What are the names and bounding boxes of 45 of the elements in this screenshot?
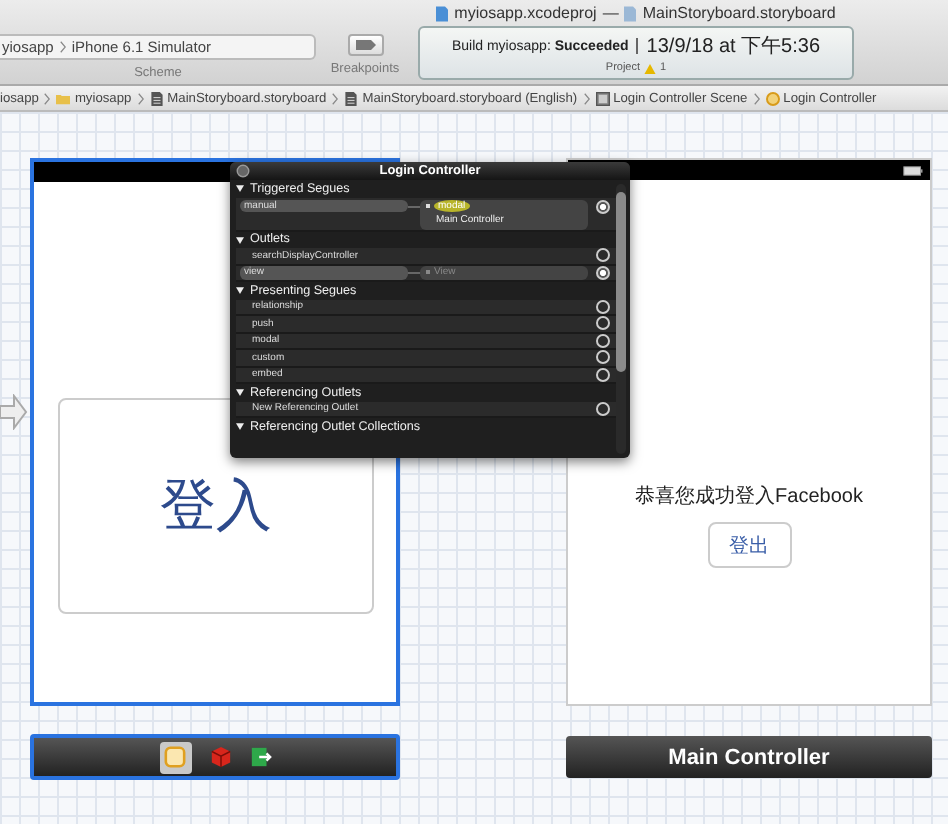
breakpoints-button[interactable] (347, 34, 383, 56)
title-separator: — (602, 4, 619, 22)
success-message: 恭喜您成功登入Facebook (635, 483, 863, 510)
document-icon (624, 5, 637, 21)
logout-button[interactable]: 登出 (707, 522, 791, 568)
build-time: 13/9/18 at 下午5:36 (646, 34, 821, 60)
connection-circle[interactable] (596, 199, 610, 213)
scene-icon (595, 91, 610, 105)
chevron-icon (59, 40, 66, 54)
project-file-icon (436, 5, 449, 21)
chevron-icon (332, 91, 339, 105)
first-responder-tile[interactable] (159, 741, 191, 773)
chevron-icon (44, 91, 51, 105)
connection-circle[interactable] (596, 401, 610, 416)
main-scene[interactable]: 恭喜您成功登入Facebook 登出 (566, 158, 932, 706)
disclosure-triangle-icon[interactable] (236, 235, 244, 244)
project-title: myiosapp.xcodeproj (454, 4, 597, 22)
exit-icon[interactable] (249, 746, 271, 768)
connection-circle[interactable] (596, 316, 610, 331)
square-icon (164, 746, 186, 768)
disclosure-triangle-icon[interactable] (236, 286, 244, 295)
connection-circle[interactable] (596, 299, 610, 314)
disclosure-triangle-icon[interactable] (236, 422, 244, 431)
battery-icon (902, 165, 924, 175)
connection-circle[interactable] (596, 367, 610, 382)
file-title: MainStoryboard.storyboard (642, 4, 836, 22)
chevron-icon (137, 91, 144, 105)
disclosure-triangle-icon[interactable] (236, 184, 244, 193)
controller-icon (765, 91, 780, 105)
close-icon[interactable] (236, 164, 250, 178)
document-icon (344, 91, 359, 105)
chevron-icon (583, 91, 590, 105)
connection-circle[interactable] (596, 248, 610, 263)
folder-icon (56, 91, 71, 105)
document-icon (149, 91, 164, 105)
connection-circle[interactable] (596, 333, 610, 348)
scrollbar[interactable] (616, 184, 626, 454)
connection-circle[interactable] (596, 350, 610, 365)
cube-icon[interactable] (209, 746, 231, 768)
chevron-icon (753, 91, 760, 105)
breakpoint-icon (355, 40, 375, 50)
warning-icon (644, 63, 657, 73)
entry-arrow-icon (0, 394, 28, 430)
disclosure-triangle-icon[interactable] (236, 388, 244, 397)
dock-title: Main Controller (668, 745, 830, 769)
